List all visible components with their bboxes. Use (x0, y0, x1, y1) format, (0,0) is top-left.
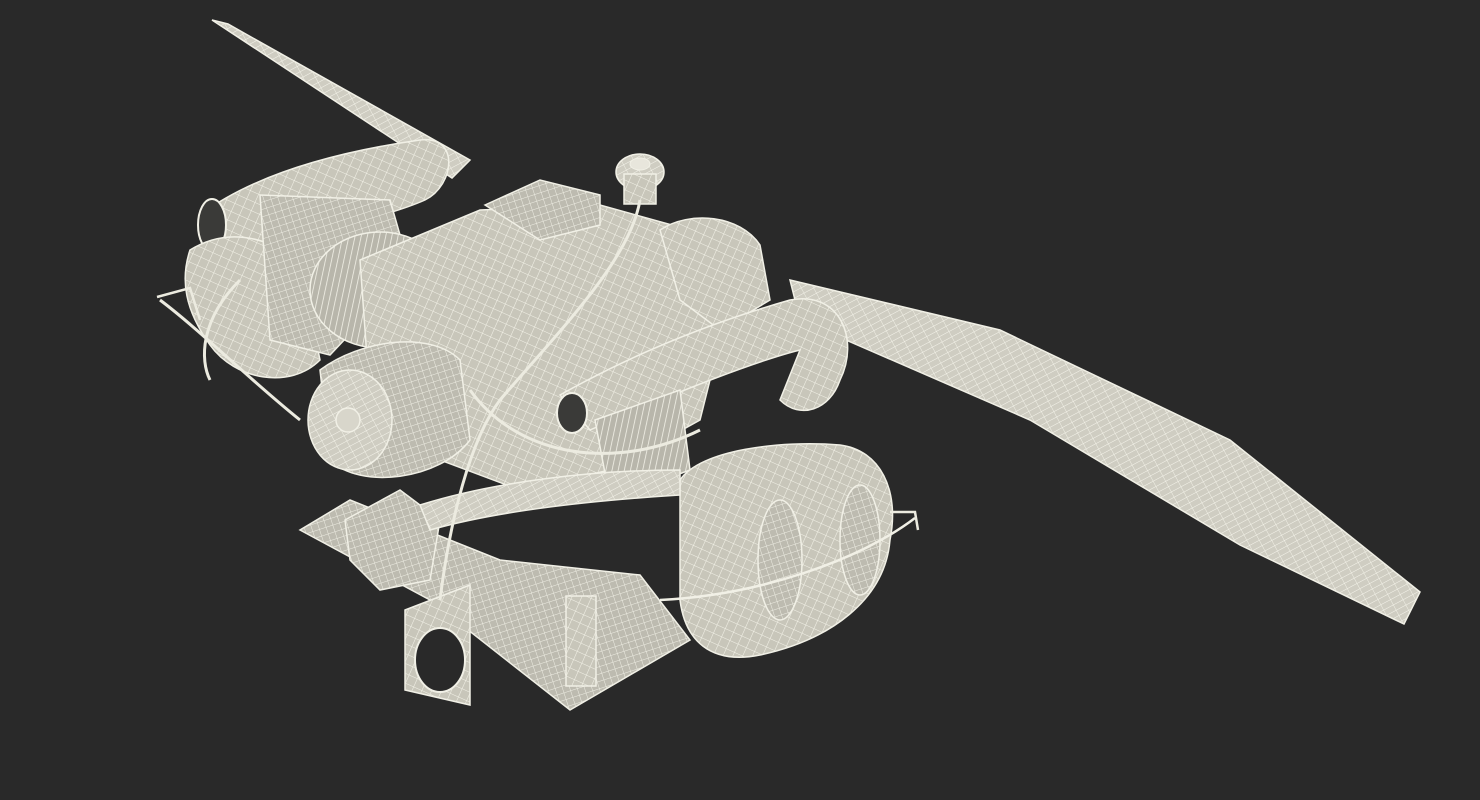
oil-filler-cap (615, 153, 665, 205)
render-viewport (0, 0, 1480, 800)
propeller-blade-right (788, 278, 1421, 625)
alternator (307, 341, 471, 479)
wireframe-engine-render (156, 19, 1421, 711)
valve-cover-right (659, 443, 916, 658)
